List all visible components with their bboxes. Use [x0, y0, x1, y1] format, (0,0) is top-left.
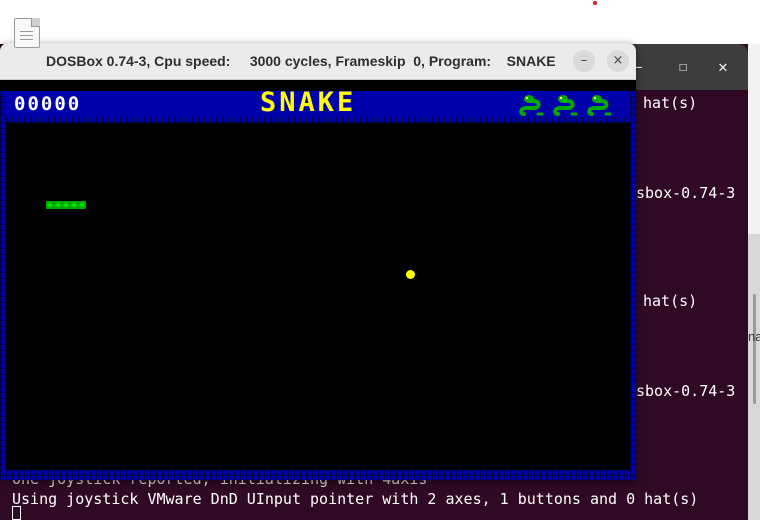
- score-display: 00000: [14, 93, 82, 115]
- document-icon: [14, 18, 40, 48]
- terminal-text-fragment: sbox-0.74-3: [636, 382, 736, 400]
- notification-dot: [593, 1, 597, 5]
- terminal-close-button[interactable]: ✕: [712, 56, 734, 78]
- snake-life-icon: [586, 92, 612, 118]
- scrollbar[interactable]: [753, 294, 756, 404]
- border-wall-bottom: [0, 470, 636, 480]
- snake-life-icon: [518, 92, 544, 118]
- background-text-fragment: na: [748, 329, 760, 344]
- food-pellet: [406, 270, 415, 279]
- dosbox-titlebar[interactable]: DOSBox 0.74-3, Cpu speed: 3000 cycles, F…: [0, 43, 636, 80]
- terminal-output-line: Using joystick VMware DnD UInput pointer…: [12, 490, 699, 508]
- border-wall: [0, 91, 6, 118]
- snake: [46, 201, 86, 209]
- game-title: SNAKE: [260, 87, 357, 118]
- border-wall-right: [630, 117, 636, 470]
- terminal-text-fragment: sbox-0.74-3: [636, 184, 736, 202]
- dosbox-close-button[interactable]: ×: [607, 50, 629, 72]
- playfield: [6, 123, 630, 470]
- terminal-text-fragment: hat(s): [643, 94, 698, 112]
- border-wall: [630, 91, 636, 118]
- terminal-cursor: [12, 506, 21, 520]
- window-title: DOSBox 0.74-3, Cpu speed: 3000 cycles, F…: [46, 53, 556, 69]
- terminal-text-fragment: hat(s): [643, 292, 698, 310]
- terminal-maximize-button[interactable]: ☐: [672, 56, 694, 78]
- dosbox-minimize-button[interactable]: –: [573, 50, 595, 72]
- background-window-edge: na: [748, 44, 760, 520]
- lives-indicator: [518, 92, 628, 118]
- desktop-top-area: [0, 0, 760, 44]
- snake-life-icon: [552, 92, 578, 118]
